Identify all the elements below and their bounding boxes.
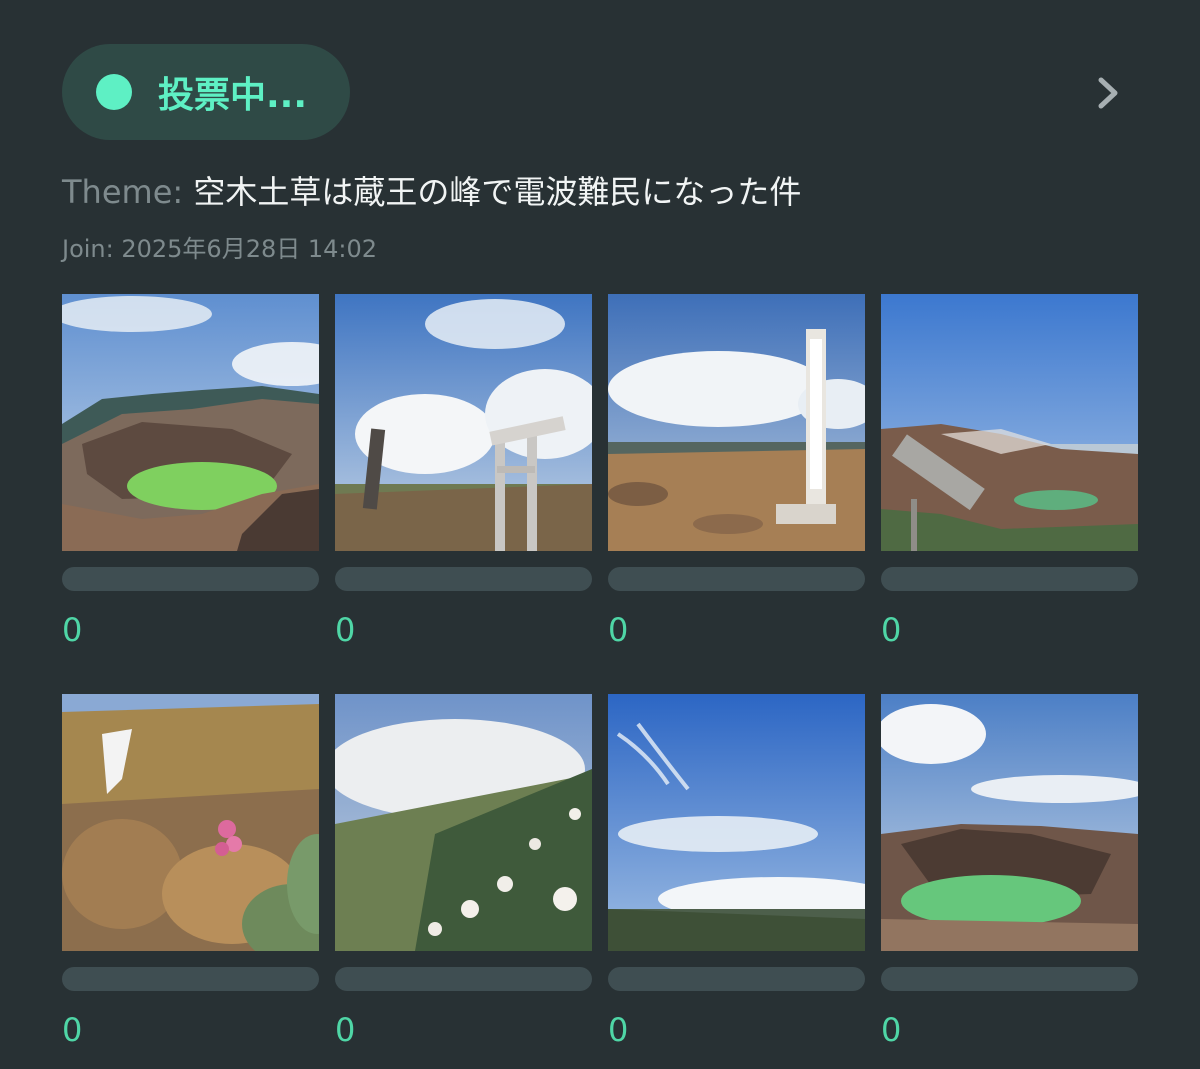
vote-count: 0	[881, 611, 902, 649]
photo-thumbnail-signpost-lake[interactable]	[881, 294, 1138, 551]
vote-bar	[335, 967, 592, 991]
photo-entry-grid: 0 0 0 0 0 0 0 0	[62, 294, 1138, 1069]
vote-count: 0	[608, 611, 629, 649]
vote-bar	[335, 567, 592, 591]
photo-entry-card[interactable]: 0	[335, 694, 592, 1069]
vote-count: 0	[881, 1011, 902, 1049]
photo-thumbnail-torii[interactable]	[335, 294, 592, 551]
photo-thumbnail-pink-flower[interactable]	[62, 694, 319, 951]
photo-entry-card[interactable]: 0	[608, 694, 865, 1069]
status-label: 投票中...	[158, 75, 308, 116]
photo-entry-card[interactable]: 0	[62, 294, 319, 694]
theme-title: 空木土草は蔵王の峰で電波難民になった件	[193, 173, 802, 211]
vote-bar	[608, 967, 865, 991]
vote-bar	[881, 967, 1138, 991]
vote-count: 0	[608, 1011, 629, 1049]
photo-entry-card[interactable]: 0	[62, 694, 319, 1069]
vote-bar	[608, 567, 865, 591]
vote-count: 0	[335, 1011, 356, 1049]
photo-entry-card[interactable]: 0	[608, 294, 865, 694]
theme-line: Theme: 空木土草は蔵王の峰で電波難民になった件	[62, 170, 801, 214]
photo-entry-card[interactable]: 0	[881, 294, 1138, 694]
photo-thumbnail-white-flowers[interactable]	[335, 694, 592, 951]
vote-count: 0	[335, 611, 356, 649]
join-datetime: Join: 2025年6月28日 14:02	[62, 235, 378, 263]
vote-count: 0	[62, 1011, 83, 1049]
photo-thumbnail-crater-lake-wide[interactable]	[881, 694, 1138, 951]
photo-thumbnail-crater-lake[interactable]	[62, 294, 319, 551]
chevron-right-icon[interactable]	[1092, 76, 1124, 110]
voting-status-pill: 投票中...	[62, 44, 350, 140]
vote-count: 0	[62, 611, 83, 649]
theme-label: Theme:	[62, 173, 184, 211]
status-dot-icon	[96, 74, 132, 110]
photo-entry-card[interactable]: 0	[335, 294, 592, 694]
photo-entry-card[interactable]: 0	[881, 694, 1138, 1069]
photo-thumbnail-summit-post[interactable]	[608, 294, 865, 551]
vote-bar	[62, 567, 319, 591]
vote-bar	[62, 967, 319, 991]
vote-bar	[881, 567, 1138, 591]
photo-thumbnail-sea-of-clouds[interactable]	[608, 694, 865, 951]
